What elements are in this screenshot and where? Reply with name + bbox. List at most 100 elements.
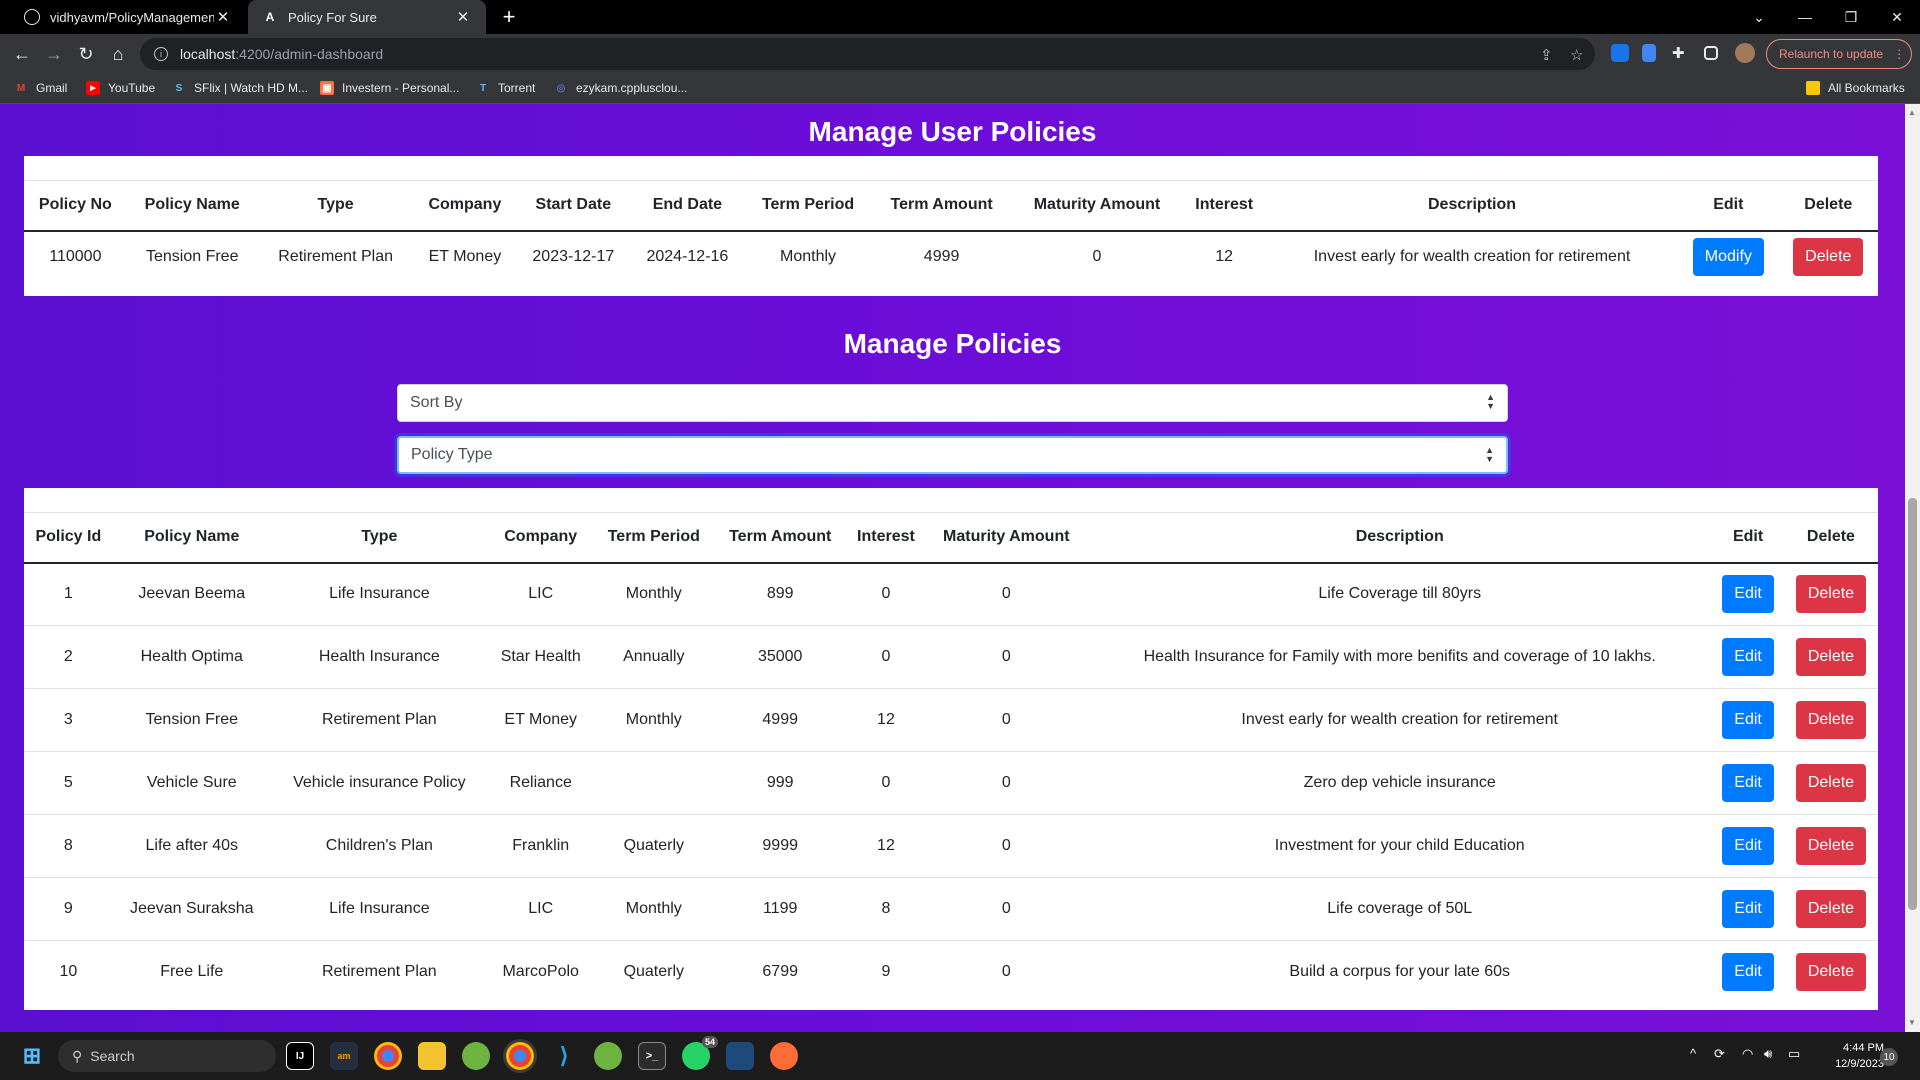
edit-button[interactable]: Edit	[1722, 575, 1774, 614]
description: Investment for your child Education	[1087, 814, 1713, 878]
edit-button[interactable]: Edit	[1722, 701, 1774, 739]
column-header: Policy Name	[112, 512, 271, 564]
bookmark-star-icon[interactable]: ☆	[1570, 46, 1583, 64]
delete-button[interactable]: Delete	[1795, 953, 1867, 992]
bookmark-ezykam[interactable]: ◎ ezykam.cpplusclou...	[554, 81, 688, 95]
edit-button[interactable]: Edit	[1722, 827, 1774, 865]
delete-button[interactable]: Delete	[1795, 575, 1867, 614]
intellij-icon[interactable]: IJ	[286, 1042, 314, 1070]
policy-type: Health Insurance	[270, 625, 488, 689]
chevron-up-icon[interactable]: ^	[1690, 1046, 1696, 1061]
delete-button[interactable]: Delete	[1795, 701, 1867, 739]
all-bookmarks[interactable]: All Bookmarks	[1806, 81, 1905, 95]
forward-icon[interactable]: →	[42, 42, 66, 66]
sync-icon[interactable]: ⟳	[1714, 1046, 1725, 1062]
clock[interactable]: 4:44 PM 12/9/2023	[1814, 1040, 1884, 1072]
restore-icon[interactable]: ❐	[1828, 0, 1874, 34]
delete-button[interactable]: Delete	[1795, 890, 1867, 928]
spring-boot-icon[interactable]	[594, 1042, 622, 1070]
notification-count[interactable]: 10	[1880, 1048, 1898, 1066]
file-explorer-icon[interactable]	[418, 1042, 446, 1070]
edit-cell: Edit	[1712, 940, 1784, 1004]
delete-cell: Delete	[1783, 940, 1878, 1004]
chrome-icon[interactable]	[374, 1042, 402, 1070]
share-icon[interactable]: ⇪	[1540, 46, 1553, 64]
terminal-icon[interactable]: >_	[638, 1042, 666, 1070]
tab-policy-for-sure[interactable]: A Policy For Sure ✕	[248, 0, 486, 34]
vscode-icon[interactable]: ⟩	[550, 1042, 578, 1070]
delete-button[interactable]: Delete	[1793, 238, 1864, 276]
minimize-icon[interactable]: —	[1782, 0, 1828, 34]
modify-button[interactable]: Modify	[1692, 238, 1764, 276]
postman-icon[interactable]	[770, 1042, 798, 1070]
taskbar-search[interactable]: ⚲ Search	[58, 1040, 276, 1072]
company: MarcoPolo	[487, 940, 594, 1004]
delete-button[interactable]: Delete	[1795, 827, 1867, 865]
edit-button[interactable]: Edit	[1722, 890, 1774, 928]
folder-icon	[1806, 81, 1820, 95]
new-tab-button[interactable]: +	[496, 4, 522, 30]
edit-button[interactable]: Edit	[1722, 764, 1774, 802]
policy-id: 2	[24, 625, 113, 689]
volume-icon[interactable]: 🔊︎	[1764, 1046, 1772, 1062]
bookmark-gmail[interactable]: M Gmail	[14, 81, 68, 95]
edit-button[interactable]: Edit	[1722, 638, 1774, 676]
browser-toolbar: ← → ↻ ⌂ i localhost:4200/admin-dashboard…	[0, 34, 1920, 74]
select-caret-icon: ▲ ▼	[1486, 392, 1495, 411]
bookmark-youtube[interactable]: ▶ YouTube	[86, 81, 155, 95]
table-header-row: Policy Id Policy Name Type Company Term …	[24, 512, 1878, 564]
extension-icon[interactable]	[1611, 44, 1629, 62]
scroll-up-icon[interactable]: ▲	[1908, 108, 1916, 117]
address-bar[interactable]: i localhost:4200/admin-dashboard ⇪ ☆	[140, 38, 1595, 70]
snipping-tool-icon[interactable]	[726, 1042, 754, 1070]
column-header: Maturity Amount	[925, 512, 1088, 564]
sort-by-select[interactable]: Sort By ▲ ▼	[397, 384, 1508, 422]
page-scrollbar[interactable]: ▲ ▼	[1905, 104, 1920, 1032]
delete-cell: Delete	[1783, 562, 1878, 626]
taskbar: ⊞ ⚲ Search IJ am ⟩ >_ 54 ^ ⟳ ◠ 🔊︎ ▭ 4:44 …	[0, 1032, 1920, 1080]
side-panel-icon[interactable]	[1704, 46, 1718, 60]
column-header: Company	[413, 180, 517, 232]
maturity-amount: 0	[925, 751, 1088, 815]
windows-start-icon[interactable]: ⊞	[18, 1042, 46, 1070]
tab-search-icon[interactable]: ⌄	[1736, 0, 1782, 34]
extensions-puzzle-icon[interactable]: ✚	[1672, 44, 1690, 62]
profile-avatar[interactable]	[1735, 43, 1755, 63]
relaunch-button[interactable]: Relaunch to update ⋮	[1766, 39, 1912, 69]
interest: 9	[846, 940, 926, 1004]
close-tab-icon[interactable]: ✕	[214, 8, 232, 26]
delete-button[interactable]: Delete	[1795, 764, 1867, 802]
maturity-amount: 0	[925, 940, 1088, 1004]
scrollbar-thumb[interactable]	[1908, 498, 1917, 910]
edit-button[interactable]: Edit	[1722, 953, 1774, 992]
user-policies-card: Policy No Policy Name Type Company Start…	[24, 156, 1878, 296]
policy-type-select[interactable]: Policy Type ▲ ▼	[397, 436, 1508, 474]
column-header: Delete	[1778, 180, 1878, 232]
bookmark-torrent[interactable]: T Torrent	[476, 81, 535, 95]
tab-github[interactable]: vidhyavm/PolicyManagement_P ✕	[10, 0, 246, 34]
close-window-icon[interactable]: ✕	[1874, 0, 1920, 34]
wifi-icon[interactable]: ◠	[1742, 1046, 1753, 1062]
spring-tool-icon[interactable]	[462, 1042, 490, 1070]
chrome-active-icon[interactable]	[506, 1042, 534, 1070]
back-icon[interactable]: ←	[10, 42, 34, 66]
policy-type: Retirement Plan	[270, 940, 488, 1004]
bookmark-investern[interactable]: ▣ Investern - Personal...	[320, 81, 459, 95]
description: Build a corpus for your late 60s	[1087, 940, 1713, 1004]
delete-button[interactable]: Delete	[1795, 638, 1867, 676]
battery-icon[interactable]: ▭	[1788, 1046, 1800, 1062]
delete-cell: Delete	[1778, 230, 1878, 283]
close-tab-icon[interactable]: ✕	[454, 8, 472, 26]
extension-icon[interactable]	[1642, 44, 1656, 62]
angular-icon: A	[265, 10, 275, 24]
reload-icon[interactable]: ↻	[74, 42, 98, 66]
column-header: Policy No	[24, 180, 127, 232]
home-icon[interactable]: ⌂	[106, 42, 130, 66]
interest: 0	[846, 562, 926, 626]
bookmark-sflix[interactable]: S SFlix | Watch HD M...	[172, 81, 308, 95]
site-info-icon[interactable]: i	[154, 47, 168, 61]
description: Invest early for wealth creation for ret…	[1087, 688, 1713, 752]
scroll-down-icon[interactable]: ▼	[1908, 1018, 1916, 1027]
amazon-music-icon[interactable]: am	[330, 1042, 358, 1070]
whatsapp-icon[interactable]: 54	[682, 1036, 718, 1070]
